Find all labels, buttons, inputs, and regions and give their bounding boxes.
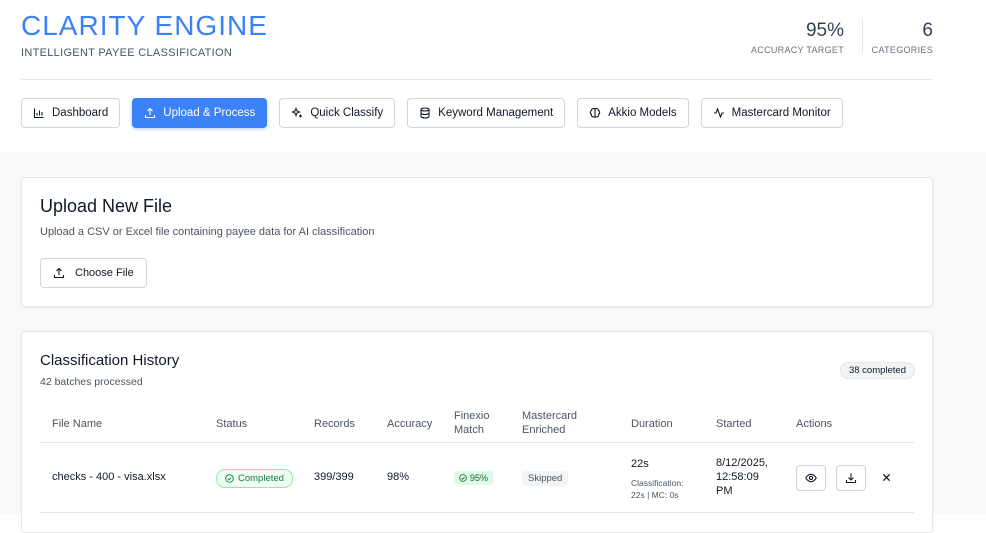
nav-dashboard-label: Dashboard: [52, 107, 109, 119]
completed-count-badge: 38 completed: [839, 362, 915, 379]
categories-stat: 6 CATEGORIES: [872, 20, 933, 55]
classification-history-card: Classification History 42 batches proces…: [21, 331, 933, 533]
column-header-started[interactable]: Started: [716, 417, 751, 431]
categories-value: 6: [922, 20, 933, 41]
status-label: Completed: [238, 473, 284, 484]
duration-detail-line1: Classification:: [631, 478, 684, 488]
activity-icon: [713, 107, 724, 119]
finexio-match-value: 95%: [470, 473, 489, 483]
duration-detail: Classification: 22s | MC: 0s: [631, 477, 683, 501]
nav-keyword-management-button[interactable]: Keyword Management: [407, 98, 566, 128]
choose-file-button[interactable]: Choose File: [40, 258, 147, 288]
brand-subtitle: INTELLIGENT PAYEE CLASSIFICATION: [21, 47, 233, 59]
mastercard-status-badge: Skipped: [522, 471, 569, 486]
app-header: CLARITY ENGINE INTELLIGENT PAYEE CLASSIF…: [0, 0, 986, 152]
nav-upload-process-button[interactable]: Upload & Process: [132, 98, 268, 128]
stat-divider: [862, 18, 863, 54]
status-badge: Completed: [216, 469, 293, 488]
finexio-match-badge: 95%: [454, 471, 494, 485]
check-circle-icon: [459, 474, 467, 482]
column-header-mastercard-line2: Enriched: [522, 424, 566, 436]
column-header-mastercard-enriched[interactable]: Mastercard Enriched: [522, 409, 577, 437]
cell-duration: 22s: [631, 458, 649, 470]
upload-description: Upload a CSV or Excel file containing pa…: [40, 226, 375, 238]
column-header-finexio-line1: Finexio: [454, 410, 490, 422]
cell-started: 8/12/2025, 12:58:09 PM: [716, 456, 768, 498]
column-header-status[interactable]: Status: [216, 417, 247, 431]
upload-title: Upload New File: [40, 196, 173, 216]
nav-dashboard-button[interactable]: Dashboard: [21, 98, 121, 128]
column-header-finexio-line2: Match: [454, 424, 484, 436]
accuracy-label: ACCURACY TARGET: [750, 45, 844, 55]
nav-keyword-management-label: Keyword Management: [438, 107, 554, 119]
download-icon: [845, 473, 857, 484]
upload-card: Upload New File Upload a CSV or Excel fi…: [21, 177, 933, 307]
accuracy-stat: 95% ACCURACY TARGET: [751, 20, 844, 55]
categories-label: CATEGORIES: [871, 45, 933, 55]
nav-quick-classify-button[interactable]: Quick Classify: [279, 98, 396, 128]
cell-accuracy: 98%: [387, 471, 410, 483]
history-title: Classification History: [40, 352, 180, 369]
history-subtitle: 42 batches processed: [40, 376, 143, 388]
nav-mastercard-monitor-label: Mastercard Monitor: [731, 107, 831, 119]
started-time: 12:58:09: [716, 471, 759, 483]
nav-akkio-models-label: Akkio Models: [608, 107, 677, 119]
database-icon: [420, 107, 430, 119]
nav-akkio-models-button[interactable]: Akkio Models: [577, 98, 689, 128]
brain-icon: [590, 107, 601, 118]
cell-records: 399/399: [314, 471, 354, 483]
accuracy-value: 95%: [805, 20, 844, 41]
column-header-mastercard-line1: Mastercard: [522, 410, 578, 422]
nav-mastercard-monitor-button[interactable]: Mastercard Monitor: [700, 98, 843, 128]
brand-title: CLARITY ENGINE: [21, 10, 268, 41]
choose-file-label: Choose File: [75, 267, 134, 279]
nav-upload-process-label: Upload & Process: [163, 107, 256, 119]
delete-button[interactable]: [880, 471, 892, 483]
column-header-duration[interactable]: Duration: [631, 417, 673, 431]
close-icon: [882, 473, 890, 481]
upload-icon: [145, 107, 156, 119]
view-button[interactable]: [796, 465, 826, 491]
main-nav: Dashboard Upload & Process Quick Classif…: [21, 98, 843, 128]
cell-file-name: checks - 400 - visa.xlsx: [52, 471, 166, 483]
started-ampm: PM: [716, 485, 733, 497]
table-header-divider: [40, 442, 914, 443]
column-header-records[interactable]: Records: [314, 417, 355, 431]
nav-quick-classify-label: Quick Classify: [310, 107, 384, 119]
column-header-finexio-match[interactable]: Finexio Match: [454, 409, 489, 437]
started-date: 8/12/2025,: [716, 457, 768, 469]
upload-icon: [53, 267, 65, 279]
header-divider: [21, 79, 933, 80]
table-row-divider: [40, 512, 914, 513]
duration-detail-line2: 22s | MC: 0s: [631, 490, 679, 500]
column-header-actions: Actions: [796, 418, 833, 430]
column-header-accuracy[interactable]: Accuracy: [387, 417, 432, 431]
bar-chart-icon: [33, 108, 44, 119]
eye-icon: [805, 473, 817, 483]
column-header-file-name[interactable]: File Name: [52, 417, 102, 431]
download-button[interactable]: [836, 465, 866, 491]
check-circle-icon: [225, 474, 234, 483]
sparkles-icon: [291, 107, 303, 118]
